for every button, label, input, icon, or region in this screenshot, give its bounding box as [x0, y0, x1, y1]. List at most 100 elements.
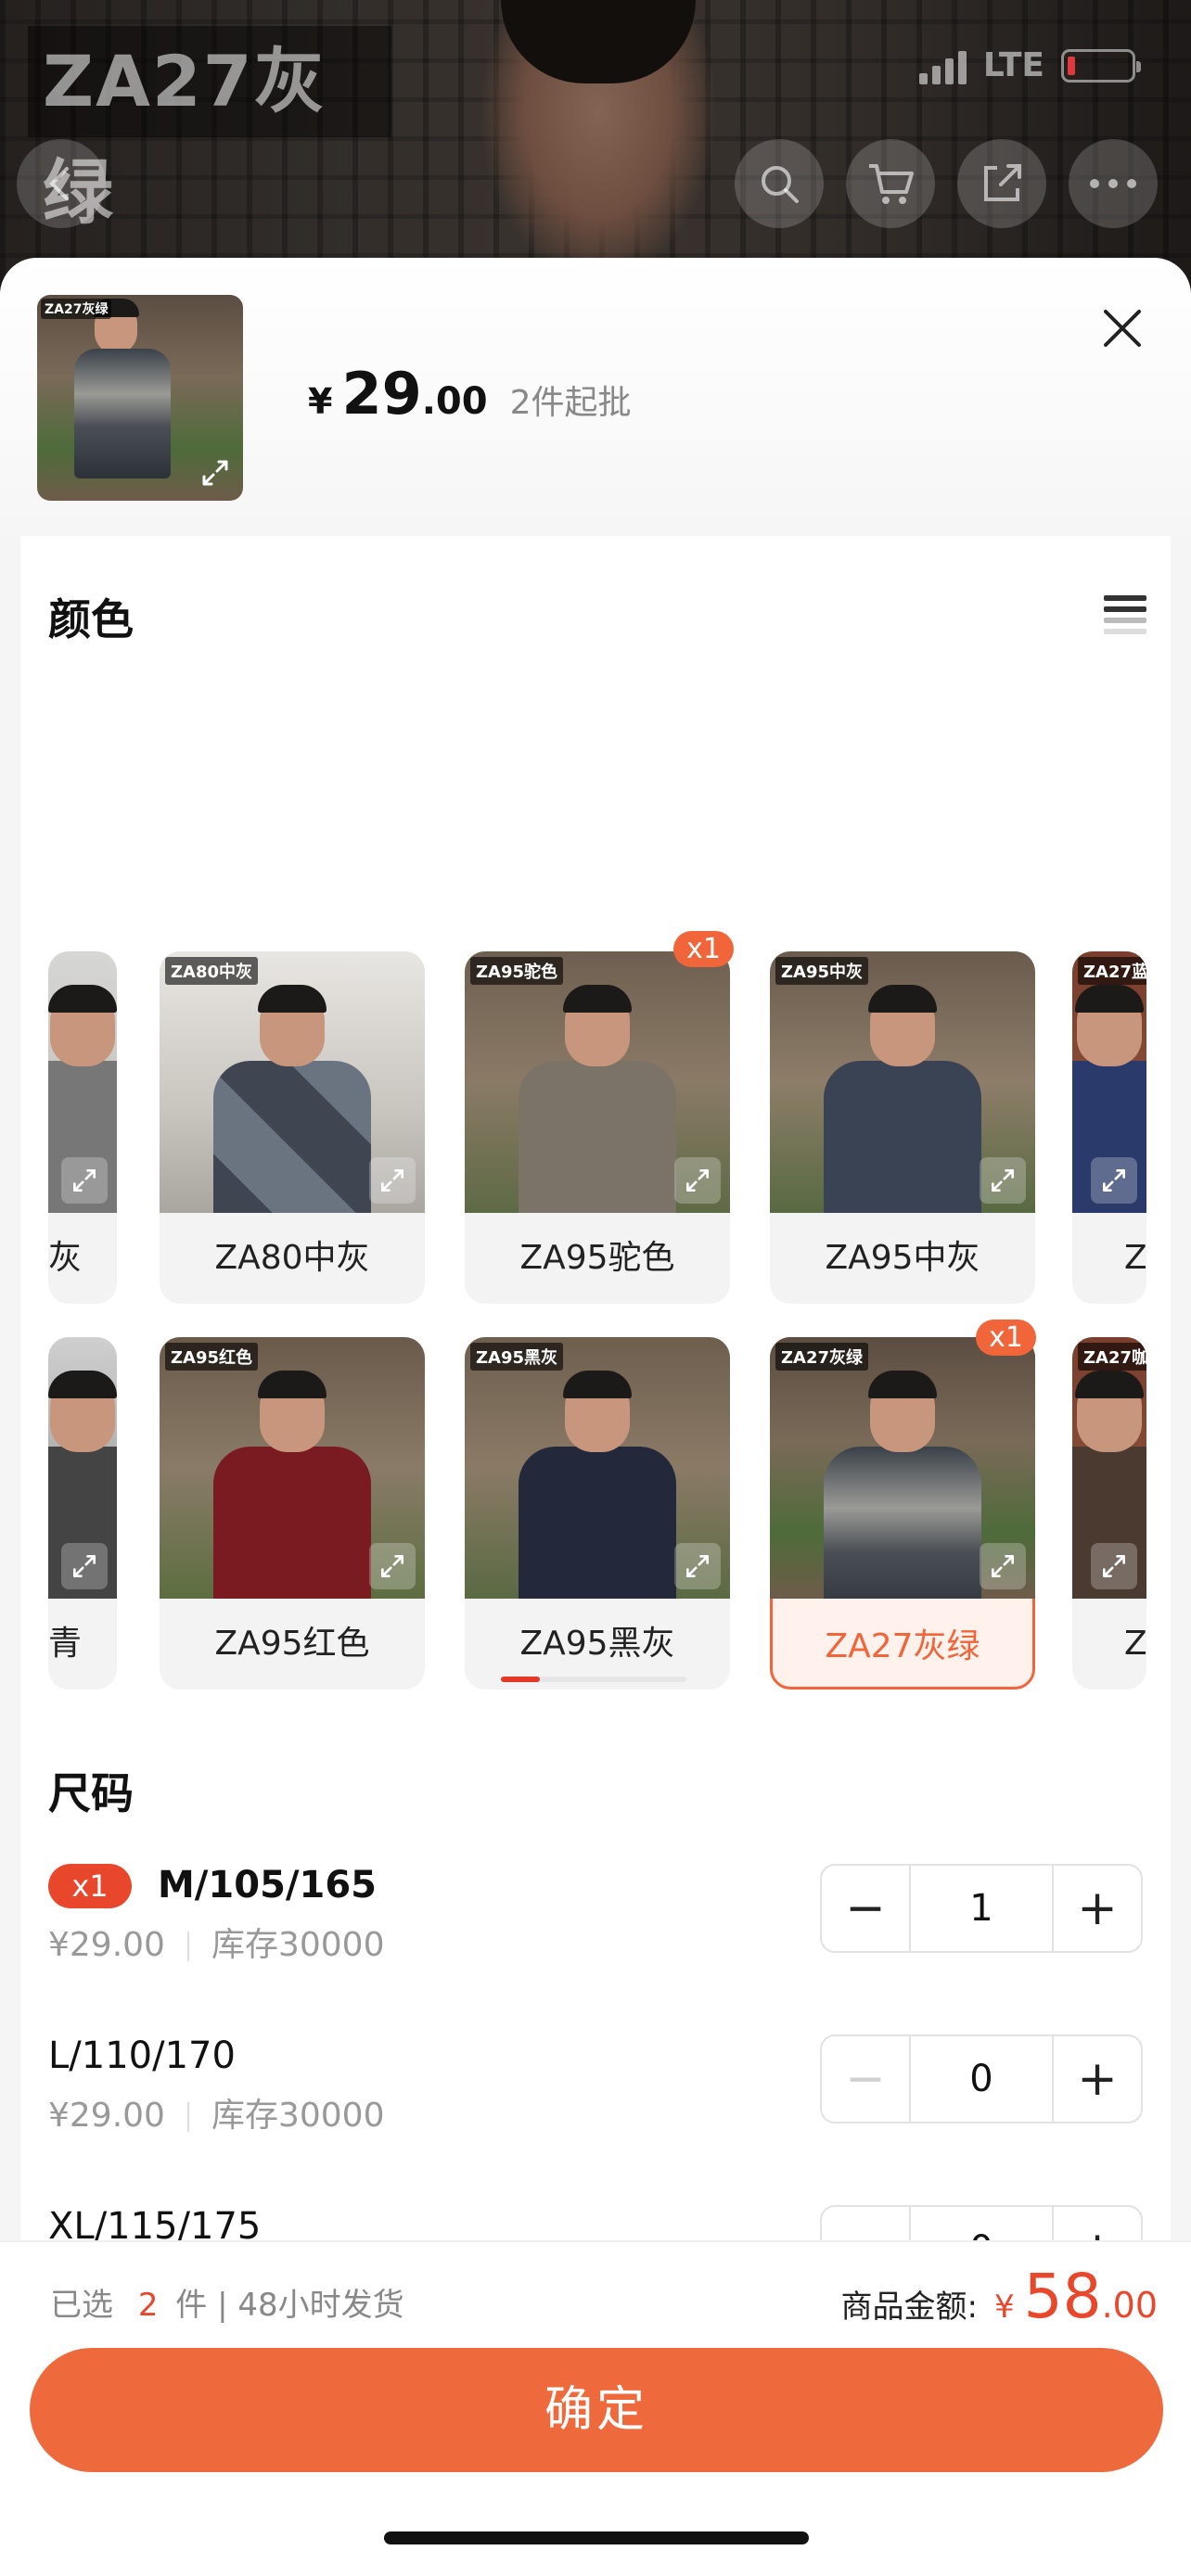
size-name: L/110/170 — [48, 2034, 236, 2077]
color-option-image: ZA80中灰 — [160, 951, 425, 1213]
color-option-image: ZA95红色 — [160, 1337, 425, 1599]
battery-icon — [1061, 48, 1141, 83]
color-option-row2-3[interactable]: ZA27灰绿 ZA27灰绿 x1 — [770, 1320, 1036, 1690]
order-footer: 已选 2 件 | 48小时发货 商品金额: ¥ 58 .00 确定 — [0, 2240, 1191, 2576]
expand-icon — [1103, 1169, 1125, 1192]
color-option-row2-0[interactable]: 青 — [48, 1337, 117, 1690]
status-bar: LTE — [918, 46, 1141, 84]
chevron-left-icon — [49, 167, 69, 200]
color-option-label: ZA95中灰 — [825, 1239, 980, 1277]
cart-button[interactable] — [846, 139, 935, 228]
color-option-row1-3[interactable]: ZA95中灰 ZA95中灰 — [770, 951, 1035, 1304]
expand-icon — [686, 1555, 709, 1577]
product-thumbnail[interactable]: ZA27灰绿 — [37, 295, 243, 501]
more-button[interactable] — [1069, 139, 1158, 228]
expand-icon — [992, 1555, 1014, 1577]
close-button[interactable] — [1096, 302, 1148, 354]
close-icon — [1104, 310, 1141, 347]
color-option-label: 灰 — [48, 1239, 83, 1277]
size-row: x1 M/105/165 ¥29.00 库存30000 −1 + — [48, 1864, 1143, 1975]
color-option-label: 青 — [48, 1625, 83, 1663]
share-icon — [984, 164, 1021, 201]
expand-image-button[interactable] — [369, 1157, 416, 1204]
decrease-button[interactable]: − — [822, 2036, 909, 2122]
color-option-row2-1[interactable]: ZA95红色 ZA95红色 — [160, 1337, 425, 1690]
share-button[interactable] — [957, 139, 1046, 228]
color-option-image — [48, 1337, 117, 1599]
color-option-label: Z — [1124, 1239, 1146, 1277]
search-button[interactable] — [735, 139, 824, 228]
minimum-order-quantity: 2件起批 — [509, 384, 632, 422]
search-icon — [762, 166, 799, 203]
price-integer: 29 — [341, 360, 422, 427]
color-option-row2-2[interactable]: ZA95黑灰 ZA95黑灰 — [465, 1337, 730, 1690]
expand-image-button[interactable] — [674, 1543, 721, 1589]
increase-button[interactable]: + — [1054, 2036, 1141, 2122]
color-scroll-thumb — [501, 1677, 540, 1682]
color-option-label: ZA80中灰 — [214, 1239, 370, 1277]
color-option-image — [48, 951, 117, 1213]
hero-variant-label: ZA27灰绿 — [28, 26, 391, 234]
list-view-icon — [1104, 595, 1146, 634]
expand-image-button[interactable] — [61, 1543, 108, 1589]
color-option-label: ZA95红色 — [214, 1625, 370, 1663]
unit-price: ¥ 29 .00 2件起批 — [308, 360, 632, 427]
expand-icon — [686, 1169, 709, 1192]
thumbnail-tag: ZA27灰绿 — [41, 299, 112, 319]
expand-image-button[interactable] — [980, 1157, 1026, 1204]
expand-image-button[interactable] — [61, 1157, 108, 1204]
color-option-image: ZA27蓝 — [1072, 951, 1146, 1213]
network-type: LTE — [982, 46, 1044, 84]
more-dots-icon — [1090, 179, 1136, 188]
expand-icon — [381, 1555, 403, 1577]
selected-count: 2 — [137, 2287, 159, 2324]
model-figure — [819, 1371, 986, 1599]
color-option-tag: ZA27灰绿 — [775, 1343, 869, 1371]
size-quantity-badge: x1 — [48, 1864, 132, 1908]
back-button[interactable] — [17, 139, 106, 228]
color-option-image: ZA95驼色 — [465, 951, 730, 1213]
quantity-value[interactable]: 0 — [909, 2036, 1054, 2122]
color-option-tag: ZA80中灰 — [165, 957, 259, 985]
model-figure — [514, 985, 681, 1213]
decrease-button[interactable]: − — [822, 1866, 909, 1951]
selected-prefix: 已选 — [50, 2287, 113, 2324]
color-option-row1-0[interactable]: 灰 — [48, 951, 117, 1304]
sheet-header: ZA27灰绿 ¥ 29 .00 2件起批 — [0, 258, 1191, 536]
size-name: M/105/165 — [158, 1864, 378, 1906]
size-section-title: 尺码 — [48, 1768, 134, 1818]
expand-icon — [73, 1169, 96, 1192]
total-currency: ¥ — [993, 2289, 1015, 2326]
color-option-image: ZA27灰绿 — [770, 1337, 1035, 1599]
increase-button[interactable]: + — [1054, 1866, 1141, 1951]
expand-icon — [992, 1169, 1014, 1192]
size-stock: 库存30000 — [211, 2097, 385, 2135]
expand-image-button[interactable] — [674, 1157, 721, 1204]
color-quantity-badge: x1 — [976, 1320, 1036, 1356]
selected-suffix: 件 | 48小时发货 — [175, 2287, 404, 2324]
color-section-title: 颜色 — [48, 594, 134, 644]
color-option-row2-4[interactable]: ZA27咖 Z — [1072, 1337, 1146, 1690]
selection-summary: 已选 2 件 | 48小时发货 — [50, 2279, 404, 2325]
model-figure — [209, 1371, 376, 1599]
color-option-tag: ZA27咖 — [1078, 1343, 1146, 1371]
expand-image-button[interactable] — [1091, 1157, 1137, 1204]
color-option-row1-4[interactable]: ZA27蓝 Z — [1072, 951, 1146, 1304]
color-option-row1-2[interactable]: ZA95驼色 ZA95驼色 x1 — [465, 931, 734, 1304]
expand-image-button[interactable] — [980, 1543, 1026, 1589]
options-card: 颜色 灰 ZA80中灰 ZA80中灰 ZA95驼色 ZA95驼色 x1 ZA95中灰 ZA95… — [20, 536, 1171, 2520]
sku-selector-sheet: ZA27灰绿 ¥ 29 .00 2件起批 颜色 灰 ZA80中灰 ZA80中灰 ZA9… — [0, 258, 1191, 2576]
quantity-value[interactable]: 1 — [909, 1866, 1054, 1951]
confirm-button[interactable]: 确定 — [30, 2348, 1163, 2472]
color-option-tag: ZA95红色 — [165, 1343, 259, 1371]
size-meta: ¥29.00 库存30000 — [48, 2088, 385, 2136]
color-option-row1-1[interactable]: ZA80中灰 ZA80中灰 — [160, 951, 425, 1304]
color-option-image: ZA95黑灰 — [465, 1337, 730, 1599]
size-row: L/110/170 ¥29.00 库存30000 −0 + — [48, 2034, 1143, 2146]
quantity-stepper: −0+ — [820, 2034, 1143, 2123]
list-view-toggle[interactable] — [1102, 590, 1148, 636]
expand-image-button[interactable] — [1091, 1543, 1137, 1589]
signal-icon — [918, 47, 967, 84]
expand-image-button[interactable] — [369, 1543, 416, 1589]
model-figure — [514, 1371, 681, 1599]
